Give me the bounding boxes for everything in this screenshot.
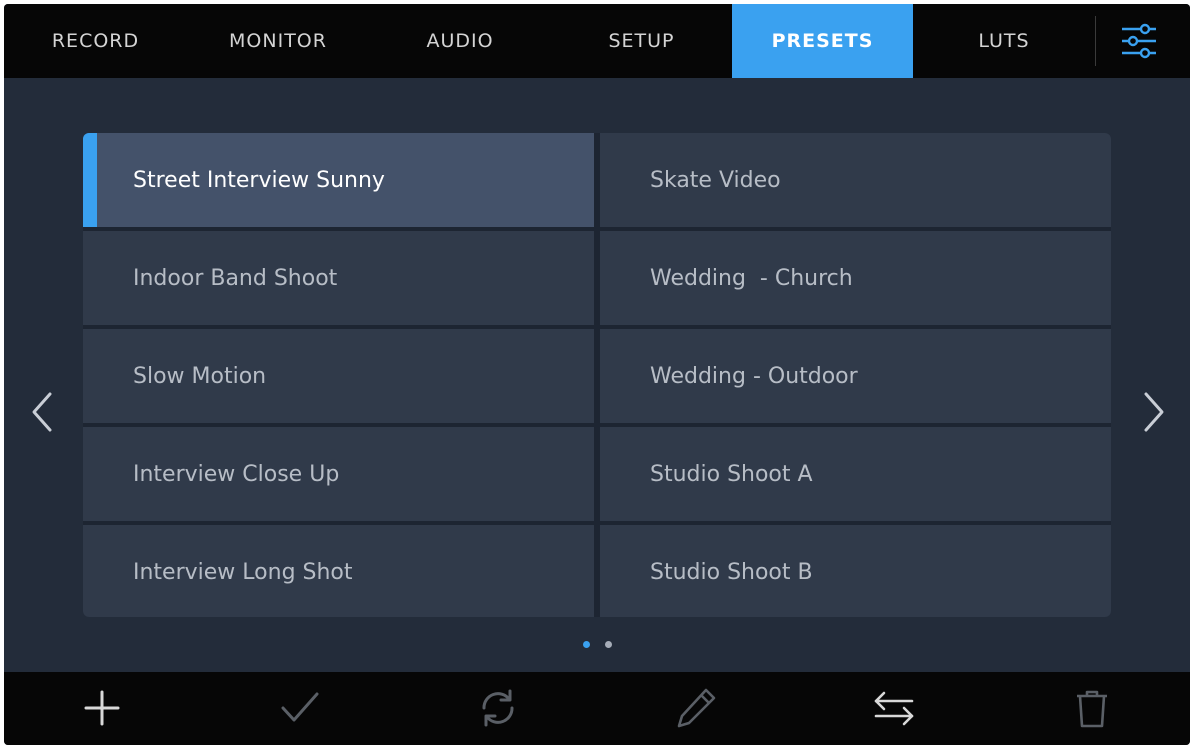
chevron-right-icon [1144, 392, 1164, 432]
preset-label: Interview Long Shot [133, 559, 353, 585]
preset-item[interactable]: Interview Long Shot [83, 525, 594, 617]
preset-item[interactable]: Skate Video [600, 133, 1111, 227]
preset-label: Studio Shoot B [650, 559, 813, 585]
previous-page-button[interactable] [24, 390, 64, 434]
preset-item[interactable]: Indoor Band Shoot [83, 231, 594, 325]
preset-item[interactable]: Wedding - Outdoor [600, 329, 1111, 423]
preset-item[interactable]: Interview Close Up [83, 427, 594, 521]
preset-label: Interview Close Up [133, 461, 340, 487]
plus-icon [84, 690, 120, 726]
add-preset-button[interactable] [80, 686, 124, 730]
page-dot-active[interactable] [583, 641, 590, 648]
sliders-icon [1122, 23, 1156, 59]
swap-arrows-icon [874, 691, 914, 726]
tab-divider [1095, 16, 1096, 66]
preset-item[interactable]: Street Interview Sunny [83, 133, 594, 227]
bottom-toolbar [4, 672, 1190, 745]
import-export-button[interactable] [872, 686, 916, 730]
trash-icon [1077, 690, 1107, 728]
settings-button[interactable] [1118, 21, 1160, 61]
load-preset-button[interactable] [278, 686, 322, 730]
tab-luts[interactable]: LUTS [913, 4, 1095, 78]
preset-label: Wedding - Church [650, 265, 853, 291]
tab-label: LUTS [978, 30, 1030, 52]
tab-label: AUDIO [426, 30, 494, 52]
tab-monitor[interactable]: MONITOR [187, 4, 369, 78]
preset-label: Slow Motion [133, 363, 267, 389]
next-page-button[interactable] [1132, 390, 1172, 434]
preset-item[interactable]: Wedding - Church [600, 231, 1111, 325]
tab-label: PRESETS [771, 30, 874, 52]
preset-label: Studio Shoot A [650, 461, 813, 487]
presets-grid: Street Interview Sunny Skate Video Indoo… [83, 133, 1111, 617]
refresh-icon [482, 689, 514, 727]
pencil-icon [677, 688, 716, 728]
preset-item[interactable]: Slow Motion [83, 329, 594, 423]
chevron-left-icon [32, 392, 52, 432]
preset-label: Street Interview Sunny [133, 167, 385, 193]
page-indicator [579, 641, 619, 651]
delete-preset-button[interactable] [1070, 686, 1114, 730]
preset-item[interactable]: Studio Shoot B [600, 525, 1111, 617]
tab-audio[interactable]: AUDIO [369, 4, 551, 78]
rename-preset-button[interactable] [674, 686, 718, 730]
tab-bar: RECORD MONITOR AUDIO SETUP PRESETS LUTS [4, 4, 1190, 78]
preset-label: Wedding - Outdoor [650, 363, 858, 389]
tab-label: SETUP [608, 30, 675, 52]
tab-setup[interactable]: SETUP [551, 4, 732, 78]
tab-label: MONITOR [229, 30, 327, 52]
selection-indicator [83, 133, 97, 227]
preset-label: Indoor Band Shoot [133, 265, 338, 291]
tab-record[interactable]: RECORD [4, 4, 187, 78]
preset-label: Skate Video [650, 167, 781, 193]
update-preset-button[interactable] [476, 686, 520, 730]
tab-presets[interactable]: PRESETS [732, 4, 913, 78]
page-dot[interactable] [605, 641, 612, 648]
tab-label: RECORD [51, 30, 140, 52]
presets-screen: RECORD MONITOR AUDIO SETUP PRESETS LUTS [4, 4, 1190, 745]
check-icon [281, 692, 319, 722]
preset-item[interactable]: Studio Shoot A [600, 427, 1111, 521]
